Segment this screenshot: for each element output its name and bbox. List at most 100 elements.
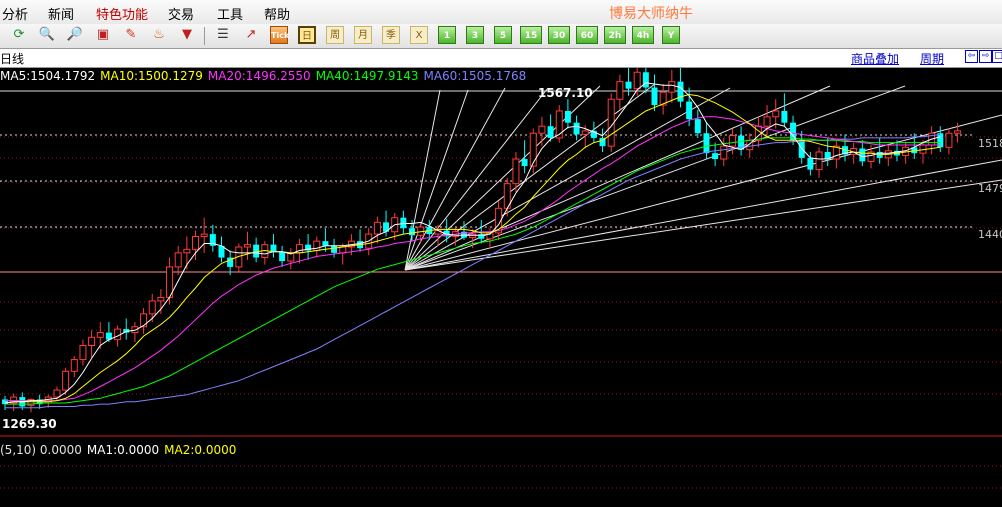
candle-body <box>270 244 277 252</box>
candle-body <box>243 244 251 248</box>
menu-analysis[interactable]: 分析 <box>2 4 28 23</box>
candle-body <box>512 158 520 185</box>
period-day-button[interactable]: 日 <box>298 26 316 44</box>
candle-body <box>633 71 641 90</box>
ma20-line <box>5 116 941 402</box>
bell-icon[interactable]: ♨ <box>150 26 168 44</box>
ma-legend: MA5:1504.1792 MA10:1500.1279 MA20:1496.255… <box>0 69 531 83</box>
candle-body <box>677 81 684 102</box>
candle-body <box>53 389 61 398</box>
expand-icon[interactable]: ⇨ <box>979 50 992 63</box>
minute-30-button[interactable]: 30 <box>548 26 570 44</box>
minute-3-button[interactable]: 3 <box>466 26 484 44</box>
list-icon[interactable]: ☰ <box>214 26 232 44</box>
year-button[interactable]: Y <box>662 26 680 44</box>
minute-60-button[interactable]: 60 <box>576 26 598 44</box>
menu-help[interactable]: 帮助 <box>264 4 290 23</box>
candle-body <box>157 296 165 302</box>
candlestick-series <box>2 61 962 413</box>
candle-body <box>573 122 580 135</box>
zoom-out-icon[interactable]: 🔎 <box>66 26 84 44</box>
hour-4-button[interactable]: 4h <box>632 26 654 44</box>
ma10-line <box>4 93 941 404</box>
gann-fan-line <box>404 179 1002 271</box>
low-price-label: 1269.30 <box>2 417 57 431</box>
menu-features[interactable]: 特色功能 <box>96 4 148 23</box>
ma40-value: MA40:1497.9143 <box>315 69 419 83</box>
candle-body <box>373 221 381 235</box>
price-level-label: 1479 <box>978 182 1002 195</box>
gann-fan-line <box>404 89 469 271</box>
candle-body <box>763 116 771 127</box>
high-price-label: 1567.10 <box>538 86 593 100</box>
price-level-label: 1518 <box>978 137 1002 150</box>
candle-body <box>174 252 182 268</box>
price-level-label: 1440 <box>978 228 1002 241</box>
candle-body <box>625 81 632 89</box>
chart-title-bar: 日线 商品叠加 周期 ⇦ ⇨ □ <box>0 49 1002 68</box>
overlay-commodity-link[interactable]: 商品叠加 <box>851 50 899 67</box>
minute-5-button[interactable]: 5 <box>494 26 512 44</box>
candle-body <box>114 328 122 341</box>
chart-period-label: 日线 <box>0 52 25 66</box>
candle-body <box>88 336 96 347</box>
candle-body <box>616 81 624 100</box>
candle-body <box>642 72 649 88</box>
candle-body <box>331 245 338 253</box>
candle-body <box>200 233 208 237</box>
candle-body <box>521 159 528 167</box>
candle-body <box>807 157 814 170</box>
indicator-ma1: MA1:0.0000 <box>86 443 160 457</box>
candle-body <box>313 240 321 252</box>
candle-body <box>859 148 866 162</box>
restore-icon[interactable]: ⇦ <box>965 50 978 63</box>
filter-icon[interactable]: ▼ <box>178 26 196 44</box>
period-quarter-button[interactable]: 季 <box>382 26 400 44</box>
ma60-line <box>5 133 941 409</box>
candle-body <box>772 110 780 118</box>
candle-body <box>79 345 87 361</box>
candle-body <box>279 251 286 262</box>
indicator-ma2: MA2:0.0000 <box>164 443 237 457</box>
pen-icon[interactable]: ✎ <box>122 26 140 44</box>
candle-body <box>148 300 156 315</box>
minute-15-button[interactable]: 15 <box>520 26 542 44</box>
candle-body <box>322 241 329 246</box>
candle-body <box>945 132 953 148</box>
candle-body <box>651 87 658 106</box>
menu-tools[interactable]: 工具 <box>217 4 243 23</box>
candle-body <box>140 313 148 328</box>
candle-body <box>183 248 191 254</box>
gann-fan-line <box>404 159 1002 271</box>
ma40-line <box>5 137 941 405</box>
ma5-value: MA5:1504.1792 <box>0 69 96 83</box>
refresh-icon[interactable]: ⟳ <box>10 26 28 44</box>
candle-body <box>728 135 736 147</box>
zoom-in-icon[interactable]: 🔍 <box>38 26 56 44</box>
candle-body <box>564 110 571 123</box>
candle-body <box>547 126 554 138</box>
candle-body <box>668 81 676 93</box>
hour-2-button[interactable]: 2h <box>604 26 626 44</box>
menu-trade[interactable]: 交易 <box>168 4 194 23</box>
period-week-button[interactable]: 周 <box>326 26 344 44</box>
period-month-button[interactable]: 月 <box>354 26 372 44</box>
toolbar: ⟳ 🔍 🔎 ▣ ✎ ♨ ▼ ☰ ↗ Tick 日 周 月 季 X 1 3 5 1… <box>0 24 1002 49</box>
chart-line-icon[interactable]: ↗ <box>242 26 260 44</box>
candle-body <box>781 110 788 123</box>
candle-body <box>538 125 546 134</box>
candle-body <box>529 132 537 167</box>
maximize-icon[interactable]: □ <box>992 50 1002 63</box>
candle-body <box>954 130 962 134</box>
period-custom-button[interactable]: X <box>410 26 428 44</box>
menu-bar: 分析 新闻 特色功能 交易 工具 帮助 博易大师纳牛 <box>0 0 1002 25</box>
menu-news[interactable]: 新闻 <box>48 4 74 23</box>
window-icon[interactable]: ▣ <box>94 26 112 44</box>
minute-1-button[interactable]: 1 <box>438 26 456 44</box>
candle-body <box>815 151 823 171</box>
tick-button[interactable]: Tick <box>270 26 289 44</box>
toolbar-separator <box>204 27 205 45</box>
candle-body <box>192 235 200 250</box>
candle-body <box>339 246 347 254</box>
period-link[interactable]: 周期 <box>920 50 944 67</box>
